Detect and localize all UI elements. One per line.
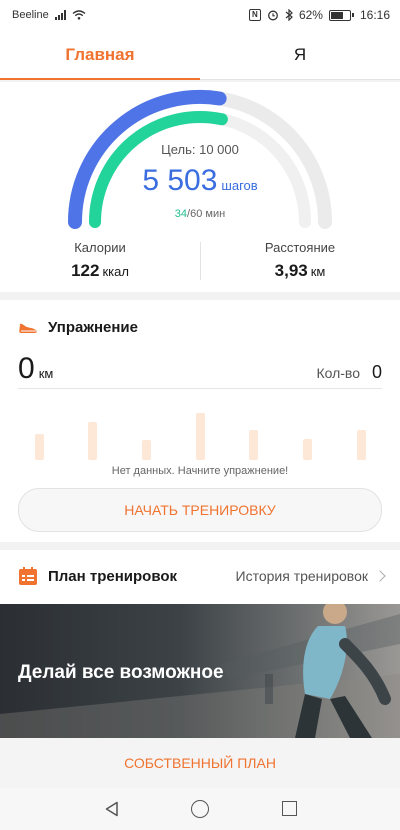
alarm-icon <box>267 10 278 21</box>
exercise-count-value: 0 <box>371 362 382 382</box>
carrier-name: Beeline <box>12 9 49 21</box>
start-workout-button[interactable]: НАЧАТЬ ТРЕНИРОВКУ <box>18 488 382 532</box>
tab-home[interactable]: Главная <box>0 30 200 80</box>
exercise-count-label: Кол-во <box>316 365 360 381</box>
calendar-icon <box>19 567 37 585</box>
active-minutes-value: 34 <box>174 208 188 220</box>
workout-history-link[interactable]: История тренировок <box>235 568 386 584</box>
placeholder-bar <box>249 430 258 460</box>
no-data-message: Нет данных. Начните упражнение! <box>111 465 289 477</box>
battery-percent: 62% <box>298 8 323 22</box>
exercise-title: Упражнение <box>48 319 138 336</box>
active-minutes-total: /60 мин <box>187 208 226 220</box>
nfc-icon: N <box>248 9 261 21</box>
placeholder-bar <box>142 440 151 460</box>
training-plan-card: План тренировок История тренировок Делай… <box>0 550 400 788</box>
exercise-count: Кол-во 0 <box>316 362 382 383</box>
steps-unit: шагов <box>221 178 258 193</box>
calories-label: Калории <box>74 240 126 255</box>
bluetooth-icon <box>285 9 293 21</box>
history-label: История тренировок <box>235 568 368 584</box>
exercise-distance-value: 0 <box>18 352 35 385</box>
placeholder-bar <box>88 422 97 460</box>
status-bar: Beeline N 62% 16:16 <box>0 0 400 30</box>
exercise-card[interactable]: Упражнение 0 км Кол-во 0 Нет данных. Начн… <box>0 300 400 542</box>
shoe-icon <box>19 323 37 333</box>
calories-unit: ккал <box>102 264 129 279</box>
distance-unit: км <box>310 264 326 279</box>
steps-goal: Цель: 10 000 <box>161 142 239 157</box>
placeholder-bar <box>357 430 366 460</box>
placeholder-bar <box>196 413 205 460</box>
calories-value: 122 <box>71 261 100 280</box>
plan-banner[interactable]: Делай все возможное <box>0 604 400 738</box>
distance-stat: Расстояние 3,93 км <box>200 240 400 281</box>
steps-count: 5 503 шагов <box>0 164 400 198</box>
home-icon[interactable] <box>191 800 209 818</box>
tab-me[interactable]: Я <box>200 30 400 80</box>
battery-icon <box>328 9 351 21</box>
own-plan-button[interactable]: СОБСТВЕННЫЙ ПЛАН <box>0 738 400 788</box>
placeholder-bar <box>303 439 312 460</box>
calories-stat: Калории 122 ккал <box>0 240 200 281</box>
active-minutes: 34/60 мин <box>0 208 400 220</box>
tab-bar: Главная Я <box>0 30 400 80</box>
exercise-placeholder-chart <box>0 400 400 460</box>
clock: 16:16 <box>359 8 390 22</box>
distance-value: 3,93 <box>274 261 308 280</box>
tab-indicator <box>0 78 200 80</box>
placeholder-bar <box>35 434 44 460</box>
plan-title: План тренировок <box>48 567 178 585</box>
navigation-bar <box>0 788 400 830</box>
chevron-right-icon <box>374 570 386 582</box>
signal-icon <box>54 10 66 20</box>
exercise-distance-unit: км <box>38 366 54 381</box>
steps-card[interactable]: Цель: 10 000 5 503 шагов 34/60 мин Калори… <box>0 82 400 292</box>
distance-label: Расстояние <box>264 240 336 255</box>
back-icon[interactable] <box>104 801 120 817</box>
banner-text: Делай все возможное <box>18 662 224 683</box>
exercise-distance: 0 км <box>18 352 53 386</box>
steps-value: 5 503 <box>142 164 218 197</box>
recent-apps-icon[interactable] <box>282 801 297 816</box>
wifi-icon <box>72 10 86 20</box>
